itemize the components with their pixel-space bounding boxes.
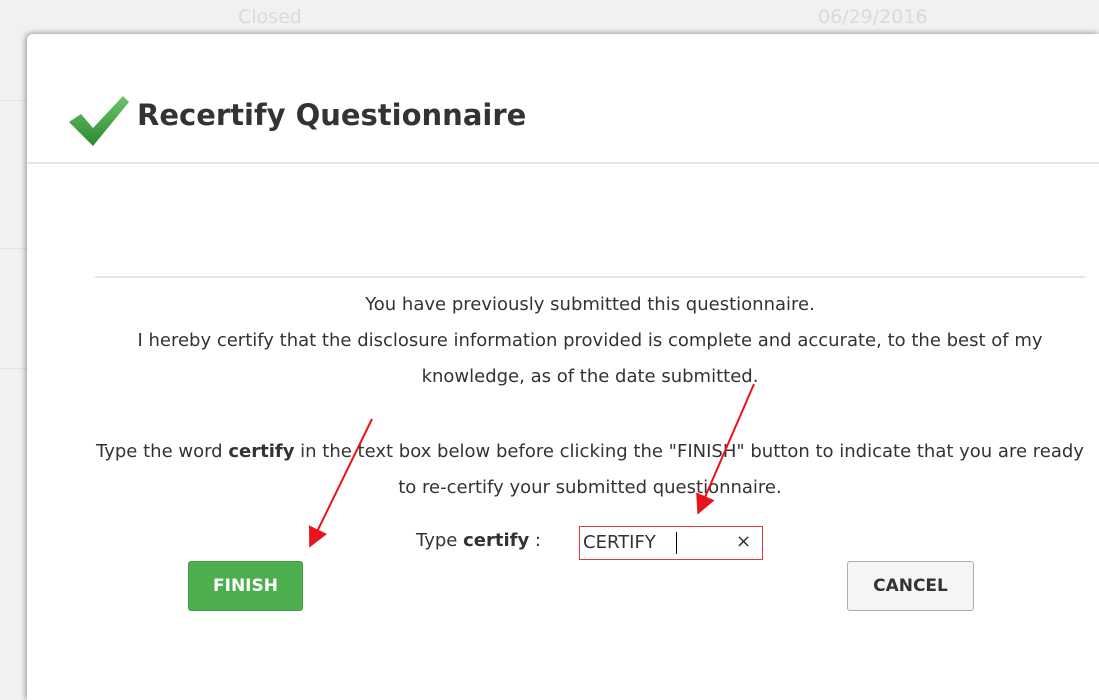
certification-statement: You have previously submitted this quest…: [95, 287, 1085, 395]
recertify-dialog: Recertify Questionnaire You have previou…: [27, 34, 1099, 700]
statement-line: You have previously submitted this quest…: [365, 294, 815, 315]
background-divider: [0, 368, 30, 369]
checkmark-icon: [69, 96, 129, 146]
instruction-text: Type the word certify in the text box be…: [95, 434, 1085, 506]
instruction-suffix: in the text box below before clicking th…: [294, 441, 1084, 498]
dialog-header: Recertify Questionnaire: [27, 34, 1099, 164]
certify-label-suffix: :: [529, 530, 541, 551]
content-divider: [95, 276, 1085, 278]
dialog-title: Recertify Questionnaire: [137, 98, 527, 132]
text-caret: [676, 532, 677, 554]
certify-input-wrapper[interactable]: ×: [579, 526, 763, 560]
instruction-keyword: certify: [228, 441, 295, 462]
background-date-cell: 06/29/2016: [818, 6, 928, 28]
certify-input[interactable]: [583, 529, 723, 555]
certify-label-prefix: Type: [416, 530, 464, 551]
background-divider: [0, 248, 30, 249]
statement-line: I hereby certify that the disclosure inf…: [137, 330, 1043, 387]
clear-input-icon[interactable]: ×: [736, 531, 751, 552]
background-divider: [0, 100, 30, 101]
finish-button[interactable]: FINISH: [188, 561, 303, 611]
certify-field-label: Type certify :: [416, 530, 541, 551]
certify-label-keyword: certify: [463, 530, 530, 551]
instruction-prefix: Type the word: [96, 441, 229, 462]
background-status-cell: Closed: [238, 6, 302, 28]
cancel-button[interactable]: CANCEL: [847, 561, 974, 611]
